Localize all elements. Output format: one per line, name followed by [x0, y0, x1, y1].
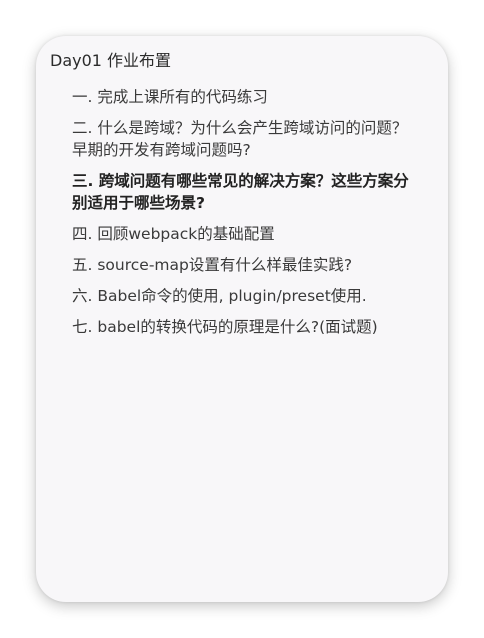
task-item-6: 六. Babel命令的使用, plugin/preset使用.: [72, 287, 367, 305]
task-list: 一. 完成上课所有的代码练习 二. 什么是跨域？为什么会产生跨域访问的问题？早期…: [50, 86, 418, 338]
task-item-1: 一. 完成上课所有的代码练习: [72, 88, 268, 106]
task-item-2: 二. 什么是跨域？为什么会产生跨域访问的问题？早期的开发有跨域问题吗?: [72, 119, 408, 159]
note-title: Day01 作业布置: [50, 51, 172, 70]
task-item-4: 四. 回顾webpack的基础配置: [72, 225, 275, 243]
task-item-7: 七. babel的转换代码的原理是什么?(面试题): [72, 318, 378, 336]
note-card: Day01 作业布置 一. 完成上课所有的代码练习 二. 什么是跨域？为什么会产…: [36, 36, 448, 602]
task-item-3: 三. 跨域问题有哪些常见的解决方案？这些方案分别适用于哪些场景?: [72, 172, 409, 212]
task-item-5: 五. source-map设置有什么样最佳实践?: [72, 256, 353, 274]
